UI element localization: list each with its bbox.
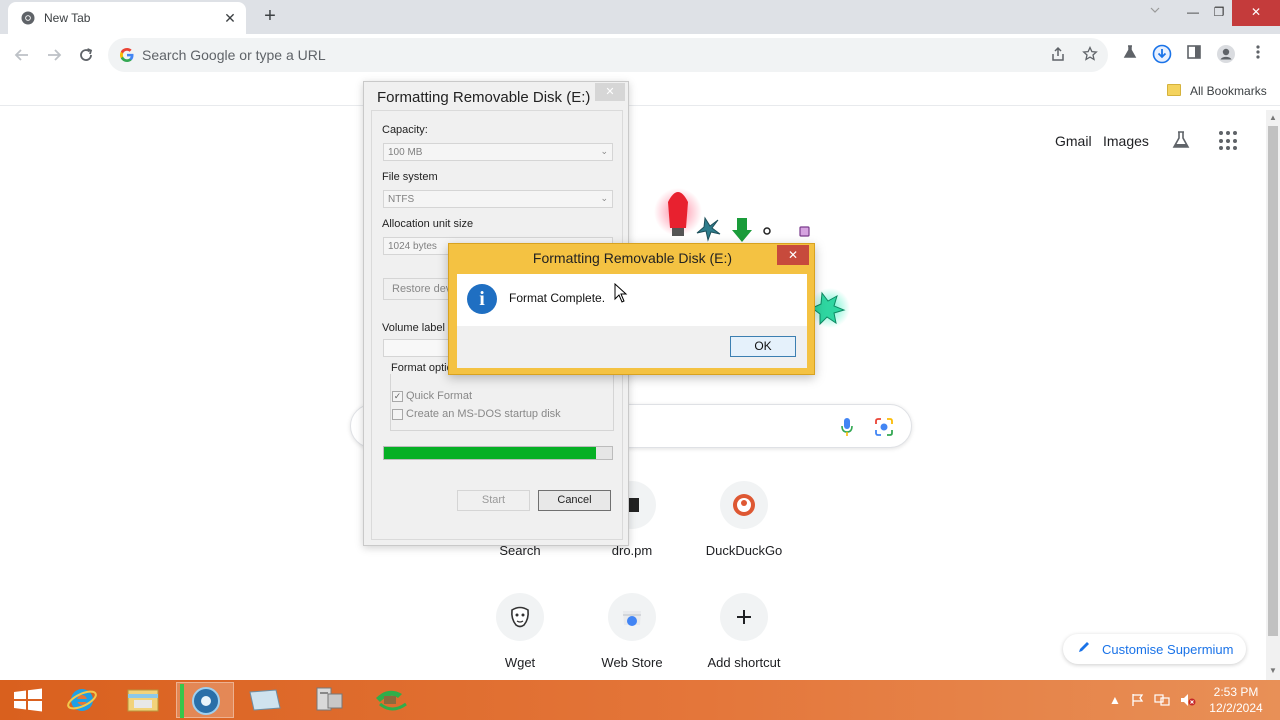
capacity-label: Capacity: [382, 124, 428, 136]
filesystem-select[interactable]: NTFS ⌄ [383, 190, 613, 208]
media-player-icon[interactable] [176, 682, 234, 718]
mouse-cursor-icon [614, 282, 628, 303]
cancel-button[interactable]: Cancel [538, 490, 611, 511]
taskbar-clock[interactable]: 2:53 PM 12/2/2024 [1208, 684, 1264, 716]
folder-icon [1167, 84, 1181, 96]
labs-flask-icon[interactable] [1171, 130, 1191, 150]
start-button-windows-icon[interactable] [0, 682, 58, 718]
shortcut-label: Wget [504, 655, 536, 670]
browser-toolbar [0, 34, 1280, 76]
chevron-down-icon: ⌄ [600, 146, 608, 156]
notepad-icon[interactable] [236, 682, 294, 718]
shortcut-label: Web Store [601, 655, 663, 670]
customise-button[interactable]: Customise Supermium [1063, 634, 1246, 664]
add-shortcut-button[interactable]: Add shortcut [688, 593, 800, 670]
tab-search-icon[interactable] [1140, 0, 1170, 26]
app-installer-icon[interactable] [362, 682, 420, 718]
shortcut-web-store[interactable]: Web Store [576, 593, 688, 670]
menu-kebab-icon[interactable] [1247, 44, 1269, 66]
format-complete-message-box: Formatting Removable Disk (E:) ✕ i Forma… [448, 243, 815, 375]
chrome-icon [21, 11, 35, 30]
allocation-label: Allocation unit size [382, 218, 474, 230]
images-link[interactable]: Images [1103, 133, 1149, 149]
msdos-startup-checkbox[interactable] [392, 409, 403, 420]
address-bar[interactable] [108, 38, 1108, 72]
chevron-down-icon: ⌄ [600, 193, 608, 203]
shortcut-label: DuckDuckGo [705, 543, 783, 558]
new-tab-button[interactable]: + [258, 6, 282, 28]
info-icon: i [467, 284, 497, 314]
volume-label-label: Volume label [382, 322, 445, 334]
action-center-flag-icon[interactable] [1131, 693, 1145, 710]
gmail-link[interactable]: Gmail [1055, 133, 1092, 149]
message-box-footer: OK [457, 326, 807, 368]
shortcut-wget[interactable]: Wget [464, 593, 576, 670]
reload-icon[interactable] [74, 43, 98, 67]
file-explorer-icon[interactable] [116, 682, 174, 718]
allocation-value: 1024 bytes [388, 241, 437, 252]
wget-icon [496, 593, 544, 641]
capacity-value: 100 MB [388, 147, 423, 158]
desktop: New Tab ✕ + — ❐ ✕ Search Google or type … [0, 0, 1280, 720]
share-icon[interactable] [1049, 46, 1067, 64]
clock-date: 12/2/2024 [1209, 701, 1263, 715]
forward-arrow-icon[interactable] [42, 43, 66, 67]
format-dialog-close-button[interactable]: ✕ [595, 83, 625, 101]
scrollbar-thumb[interactable] [1268, 126, 1278, 636]
scroll-up-arrow-icon[interactable]: ▲ [1269, 113, 1277, 122]
voice-search-icon[interactable] [839, 417, 855, 442]
message-text: Format Complete. [509, 291, 606, 305]
customise-label: Customise Supermium [1102, 642, 1234, 657]
format-dialog-title: Formatting Removable Disk (E:) [377, 89, 591, 106]
google-apps-icon[interactable] [1219, 131, 1239, 151]
back-arrow-icon[interactable] [10, 43, 34, 67]
window-close-button[interactable]: ✕ [1232, 0, 1280, 26]
message-panel: i Format Complete. [457, 274, 807, 326]
clock-time: 2:53 PM [1213, 685, 1259, 699]
page-scrollbar[interactable]: ▲ ▼ [1266, 110, 1280, 680]
all-bookmarks-link[interactable]: All Bookmarks [1190, 84, 1267, 98]
volume-muted-icon[interactable] [1180, 693, 1196, 710]
google-lens-icon[interactable] [874, 417, 894, 442]
computer-icon[interactable] [300, 682, 358, 718]
network-icon[interactable] [1154, 693, 1170, 710]
quick-format-checkbox[interactable]: ✓ [392, 391, 403, 402]
tab-new-tab[interactable]: New Tab ✕ [8, 2, 246, 34]
taskbar: ▲ 2:53 PM 12/2/2024 [0, 680, 1280, 720]
pencil-icon [1077, 640, 1091, 657]
message-box-title: Formatting Removable Disk (E:) [532, 250, 733, 266]
shortcut-duckduckgo[interactable]: DuckDuckGo [688, 481, 800, 558]
side-panel-icon[interactable] [1183, 44, 1205, 66]
tray-expand-icon[interactable]: ▲ [1109, 693, 1121, 707]
ok-button[interactable]: OK [730, 336, 796, 357]
scroll-down-arrow-icon[interactable]: ▼ [1269, 666, 1277, 675]
plus-icon [720, 593, 768, 641]
shortcut-label: Add shortcut [707, 655, 781, 670]
msdos-startup-label: Create an MS-DOS startup disk [406, 408, 561, 420]
tab-close-icon[interactable]: ✕ [220, 8, 240, 28]
tab-title: New Tab [44, 11, 91, 25]
bookmarks-bar: All Bookmarks [0, 76, 1280, 106]
tab-strip: New Tab ✕ + — ❐ ✕ [0, 0, 1280, 34]
omnibox-input[interactable] [142, 45, 962, 65]
progress-fill [384, 447, 597, 459]
duckduckgo-icon [720, 481, 768, 529]
download-icon[interactable] [1151, 44, 1173, 66]
extension-flask-icon[interactable] [1119, 44, 1141, 66]
filesystem-label: File system [382, 171, 438, 183]
filesystem-value: NTFS [388, 194, 415, 205]
format-progress-bar [383, 446, 613, 460]
start-button[interactable]: Start [457, 490, 530, 511]
message-box-close-button[interactable]: ✕ [777, 245, 809, 265]
web-store-icon [608, 593, 656, 641]
internet-explorer-icon[interactable] [60, 682, 118, 718]
profile-avatar-icon[interactable] [1215, 44, 1237, 66]
google-g-icon [119, 47, 135, 68]
bookmark-star-icon[interactable] [1081, 45, 1099, 64]
capacity-select[interactable]: 100 MB ⌄ [383, 143, 613, 161]
maximize-button[interactable]: ❐ [1204, 0, 1234, 26]
quick-format-label: Quick Format [406, 390, 473, 402]
